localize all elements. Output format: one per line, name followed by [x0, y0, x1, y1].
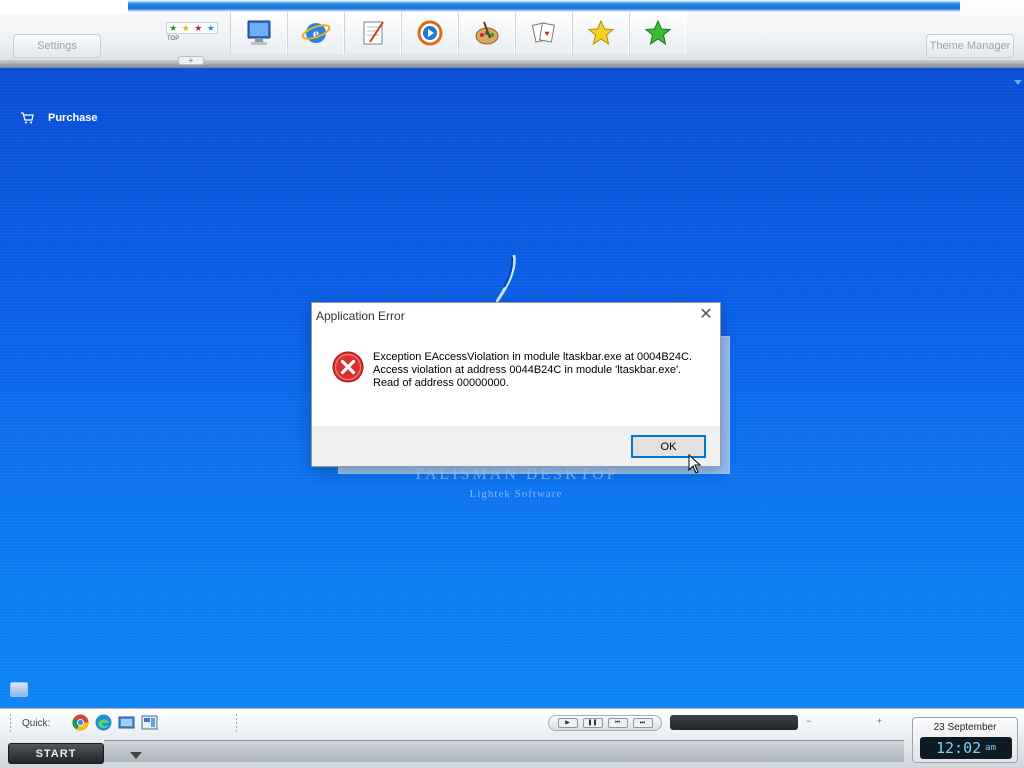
chrome-icon[interactable]	[72, 714, 89, 731]
separator	[10, 714, 11, 734]
media-track-display[interactable]	[670, 715, 798, 730]
svg-text:e: e	[312, 27, 318, 42]
top-label: TOP	[167, 36, 180, 42]
top-bar-blue-stripe	[128, 0, 960, 12]
message-line-1: Exception EAccessViolation in module lta…	[373, 351, 692, 363]
add-panel-button[interactable]: +	[178, 56, 204, 65]
solitaire-icon: ♥	[531, 22, 555, 43]
volume-minus[interactable]: −	[806, 716, 811, 728]
launcher-computer[interactable]	[230, 12, 287, 54]
purchase-link[interactable]: Purchase	[20, 112, 98, 124]
control-panel-icon[interactable]	[141, 714, 158, 731]
date-display: 23 September	[933, 722, 997, 733]
mouse-cursor-icon	[688, 454, 702, 474]
dialog-footer: OK	[312, 426, 720, 466]
error-icon	[332, 351, 364, 383]
dialog-title: Application Error	[316, 308, 405, 323]
top-bar-base	[0, 60, 1024, 68]
play-button[interactable]: ▶	[557, 718, 578, 728]
desktop-window-icon[interactable]	[10, 682, 28, 697]
star-icon: ★	[181, 22, 190, 33]
cart-icon	[21, 112, 34, 124]
previous-button[interactable]: ⏮	[607, 718, 628, 728]
launcher-internet-explorer[interactable]: e	[287, 12, 344, 54]
corner-indicator	[1014, 80, 1022, 85]
launcher-notepad[interactable]	[344, 12, 401, 54]
star-icon: ★	[194, 22, 203, 33]
network-icon[interactable]	[118, 714, 135, 731]
talisman-logo-swirl	[496, 255, 516, 304]
green-star-icon	[644, 19, 671, 46]
launcher-favorites[interactable]	[572, 12, 629, 54]
launcher-media-player[interactable]	[401, 12, 458, 54]
time-value: 12:02	[936, 739, 982, 757]
volume-plus[interactable]: +	[877, 716, 882, 728]
notepad-icon	[363, 21, 384, 45]
pause-button[interactable]: ❚❚	[582, 718, 603, 728]
favorites-star-icon	[587, 19, 614, 46]
internet-explorer-icon: e	[301, 23, 330, 43]
ampm-indicator: am	[985, 743, 996, 753]
paint-icon	[475, 21, 498, 45]
watermark-title: TALISMAN DESKTOP	[413, 466, 619, 483]
separator	[236, 714, 237, 734]
quick-launch	[72, 714, 158, 731]
top-bar-white-strip	[0, 0, 128, 14]
launcher-solitaire[interactable]: ♥	[515, 12, 572, 54]
purchase-label: Purchase	[48, 112, 98, 124]
message-line-2: Access violation at address 0044B24C in …	[373, 364, 682, 376]
start-bar	[104, 740, 904, 762]
error-message: Exception EAccessViolation in module lta…	[373, 351, 708, 390]
application-error-dialog: Application Error ✕ Exception EAccessVio…	[311, 302, 721, 467]
launcher-green-star[interactable]	[629, 12, 686, 54]
computer-icon	[247, 20, 270, 45]
launcher-paint[interactable]	[458, 12, 515, 54]
start-button[interactable]: START	[8, 743, 104, 764]
next-button[interactable]: ⏭	[632, 718, 653, 728]
message-line-3: Read of address 00000000.	[373, 377, 509, 389]
dialog-body: Exception EAccessViolation in module lta…	[312, 328, 720, 426]
rating-stars[interactable]: ★ ★ ★ ★	[166, 22, 218, 34]
chevron-down-icon[interactable]	[130, 752, 142, 759]
media-player-icon	[417, 20, 442, 46]
star-icon: ★	[206, 22, 215, 33]
quick-label: Quick:	[22, 718, 51, 729]
watermark-subtitle: Lightek Software	[469, 488, 563, 500]
volume-slider[interactable]: − +	[806, 716, 882, 728]
theme-manager-button[interactable]: Theme Manager	[926, 34, 1014, 58]
svg-text:♥: ♥	[544, 29, 549, 38]
launcher-toolbar: e ♥	[230, 12, 686, 54]
time-display: 12:02 am	[920, 737, 1012, 759]
close-icon[interactable]: ✕	[698, 307, 714, 323]
star-icon: ★	[169, 22, 178, 33]
edge-icon[interactable]	[95, 714, 112, 731]
media-controls: ▶ ❚❚ ⏮ ⏭	[548, 715, 662, 731]
settings-button[interactable]: Settings	[13, 34, 101, 58]
